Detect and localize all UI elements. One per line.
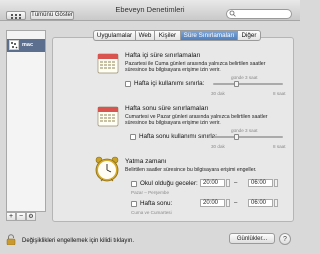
school-nights-checkbox[interactable] <box>131 181 137 187</box>
user-settings-button[interactable]: ⚙ <box>26 212 36 221</box>
school-to-field[interactable]: 06:00 <box>248 179 273 187</box>
lock-hint-text: Değişiklikleri engellemek için kilidi tı… <box>22 238 135 244</box>
tab-bar: Uygulamalar Web Kişiler Süre Sınırlamala… <box>93 30 261 41</box>
weekend-bedtime-label: Hafta sonu: <box>140 200 173 207</box>
weekend-time-dash: – <box>234 200 238 206</box>
school-nights-label: Okul olduğu geceler: <box>140 180 198 187</box>
weekday-slider-min: 30 dak <box>211 91 225 96</box>
school-nights-days: Pazar – Perşembe <box>131 190 170 195</box>
weekend-slider-max: 8 saat <box>273 144 286 149</box>
weekend-slider-min: 30 dak <box>211 144 225 149</box>
tab-applications[interactable]: Uygulamalar <box>93 30 135 41</box>
weekend-description: Cumartesi ve Pazar günleri arasında yaln… <box>125 114 268 127</box>
weekend-limit-label: Hafta sonu kullanımı sınırla: <box>139 133 218 140</box>
weekday-slider-knob[interactable] <box>233 81 239 87</box>
user-name: mac <box>22 42 34 48</box>
weekend-slider-knob[interactable] <box>233 134 239 140</box>
weekend-limit-checkbox[interactable] <box>130 134 136 140</box>
tab-time-limits[interactable]: Süre Sınırlamaları <box>180 30 237 41</box>
user-list <box>6 30 46 212</box>
bedtime-description: Belirtilen saatler süresince bu bilgisay… <box>125 167 257 173</box>
tab-other[interactable]: Diğer <box>237 30 261 41</box>
tab-people[interactable]: Kişiler <box>154 30 180 41</box>
school-to-stepper[interactable] <box>274 179 278 187</box>
weekday-slider-value: günde 3 saat <box>231 75 258 80</box>
weekday-slider-track <box>213 83 283 85</box>
weekend-bedtime-checkbox[interactable] <box>131 201 137 207</box>
weekday-limit-label: Hafta içi kullanımı sınırla: <box>134 80 205 87</box>
weekend-bedtime-days: Cuma ve Cumartesi <box>131 210 172 215</box>
weekday-section-title: Hafta içi süre sınırlamaları <box>125 52 201 59</box>
weekend-to-stepper[interactable] <box>274 199 278 207</box>
school-from-stepper[interactable] <box>226 179 230 187</box>
add-user-button[interactable]: + <box>6 212 16 221</box>
alarm-clock-icon <box>95 156 119 182</box>
grid-view-button[interactable] <box>6 11 26 20</box>
lock-icon[interactable] <box>6 234 16 245</box>
weekend-section-title: Hafta sonu süre sınırlamaları <box>125 105 209 112</box>
weekday-calendar-icon <box>97 53 119 74</box>
school-from-field[interactable]: 20:00 <box>200 179 225 187</box>
avatar <box>9 40 19 50</box>
show-all-button[interactable]: Tümünü Göster <box>30 11 74 20</box>
remove-user-button[interactable]: − <box>16 212 26 221</box>
weekend-calendar-icon <box>97 106 119 127</box>
bedtime-section-title: Yatma zamanı <box>125 158 167 165</box>
weekend-slider-value: günde 3 saat <box>231 128 258 133</box>
weekday-slider-max: 8 saat <box>273 91 286 96</box>
weekend-from-field[interactable]: 20:00 <box>200 199 225 207</box>
search-icon <box>229 10 236 17</box>
weekend-slider-track <box>213 136 283 138</box>
tab-web[interactable]: Web <box>135 30 154 41</box>
weekend-to-field[interactable]: 06:00 <box>248 199 273 207</box>
school-time-dash: – <box>234 180 238 186</box>
weekday-limit-checkbox[interactable] <box>125 81 131 87</box>
logs-button[interactable]: Günlükler... <box>229 233 275 244</box>
weekend-from-stepper[interactable] <box>226 199 230 207</box>
help-button[interactable]: ? <box>279 233 291 245</box>
weekday-description: Pazartesi ile Cuma günleri arasında yaln… <box>125 61 266 74</box>
